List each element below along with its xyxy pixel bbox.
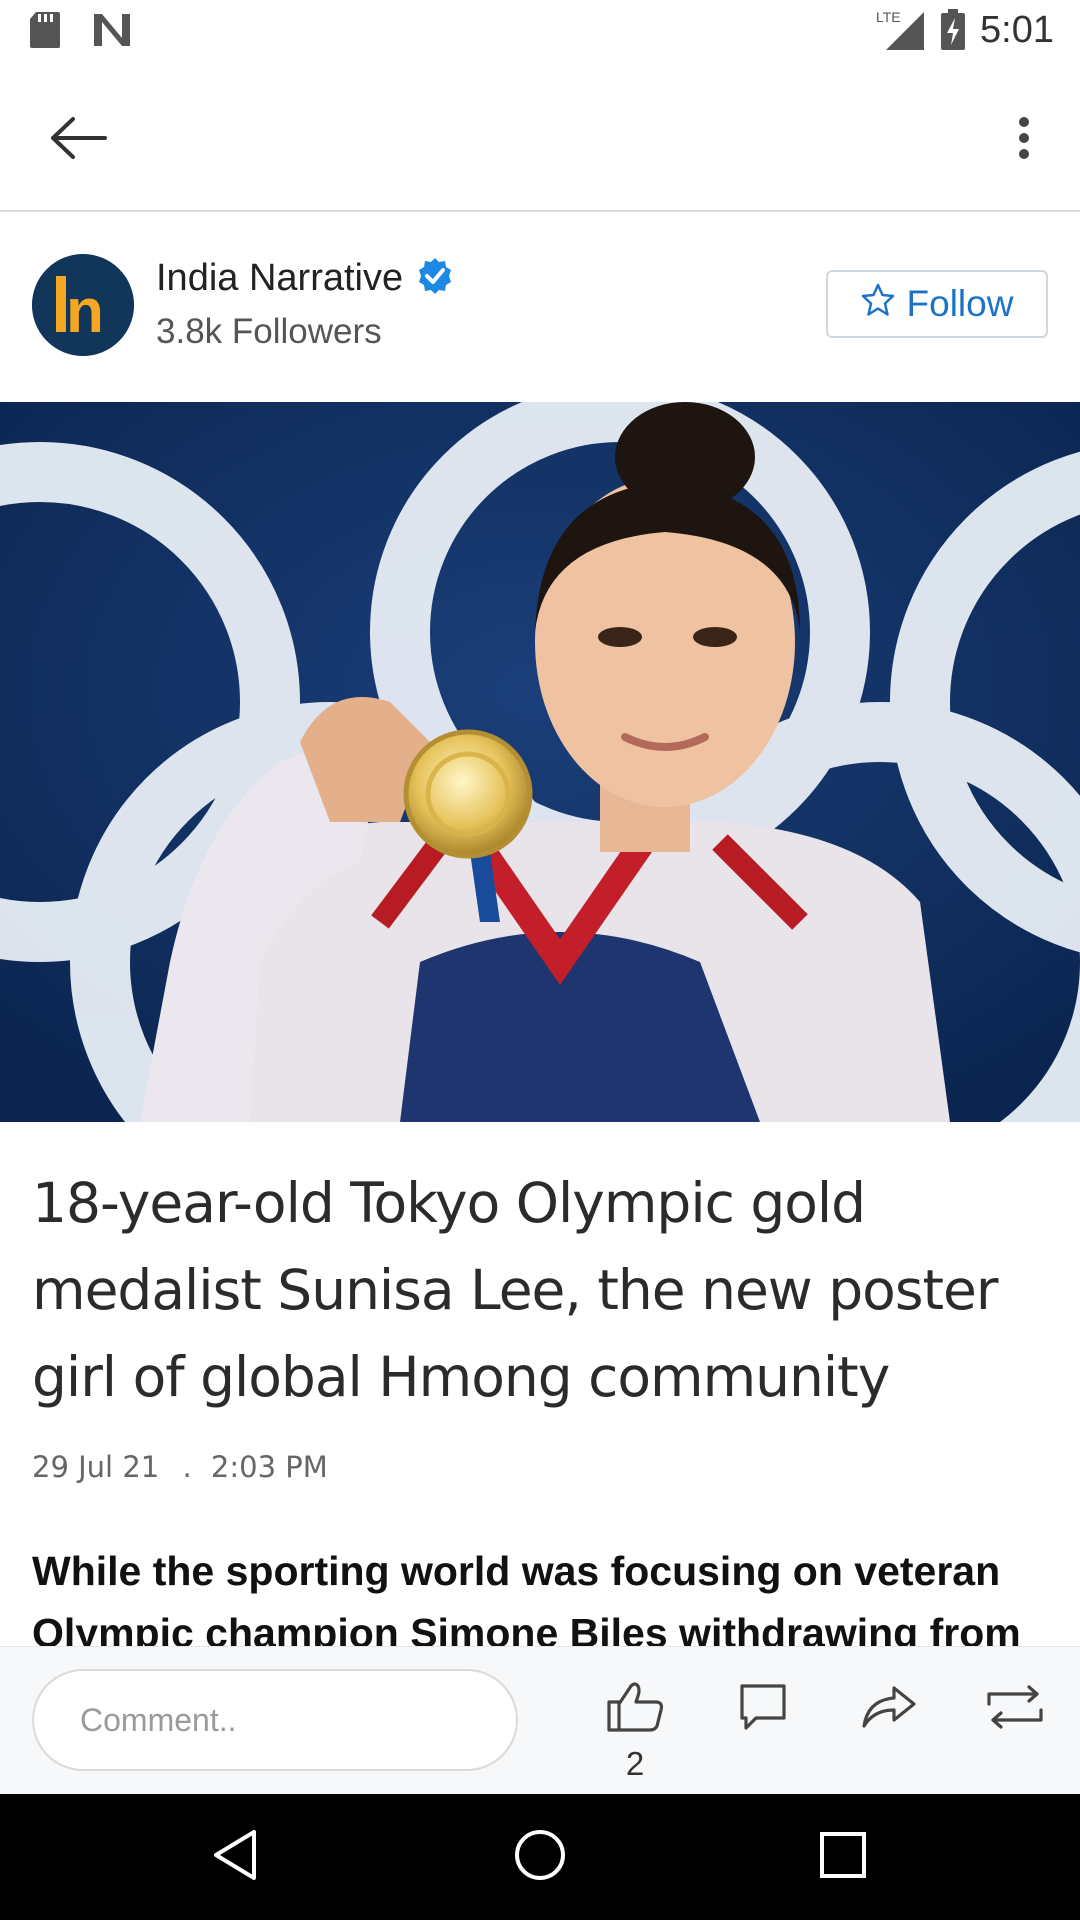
nav-home-button[interactable] [505, 1822, 575, 1892]
publisher-name[interactable]: India Narrative [156, 257, 403, 300]
follow-label: Follow [906, 283, 1014, 324]
sd-card-icon [28, 10, 62, 50]
comment-input[interactable] [32, 1669, 518, 1771]
article-date: 29 Jul 21 [32, 1450, 160, 1484]
nav-back-icon [210, 1828, 260, 1887]
back-button[interactable] [46, 108, 110, 172]
logo-letter: n [66, 277, 104, 346]
status-bar: LTE 5:01 [0, 0, 1080, 64]
nav-back-button[interactable] [200, 1822, 270, 1892]
share-button[interactable] [854, 1679, 924, 1739]
article-time: 2:03 PM [210, 1450, 328, 1484]
article-action-bar: 2 [0, 1646, 1080, 1795]
verified-badge-icon [415, 256, 455, 301]
thumbs-up-icon [605, 1681, 665, 1737]
nav-home-icon [513, 1828, 567, 1887]
arrow-left-icon [49, 116, 107, 165]
article-meta: 29 Jul 21 . 2:03 PM [32, 1450, 328, 1484]
like-count: 2 [625, 1745, 645, 1782]
follow-button[interactable]: Follow [826, 270, 1048, 338]
comment-icon [738, 1682, 788, 1737]
like-button[interactable] [600, 1679, 670, 1739]
app-bar [0, 64, 1080, 212]
more-options-button[interactable] [992, 108, 1056, 172]
n-notification-icon [92, 12, 132, 48]
share-icon [860, 1684, 918, 1735]
repost-icon [983, 1684, 1047, 1735]
signal-icon: LTE [876, 8, 926, 52]
system-nav-bar [0, 1794, 1080, 1920]
article-hero-image[interactable] [0, 402, 1080, 1122]
publisher-header: n India Narrative 3.8k Followers Follow [0, 212, 1080, 402]
nav-recents-icon [819, 1831, 867, 1884]
meta-separator: . [182, 1450, 192, 1484]
network-type-label: LTE [876, 9, 901, 25]
battery-charging-icon [940, 9, 966, 51]
status-time: 5:01 [980, 8, 1054, 51]
publisher-logo[interactable]: n [32, 254, 134, 356]
comment-button[interactable] [728, 1679, 798, 1739]
repost-button[interactable] [980, 1679, 1050, 1739]
star-outline-icon [861, 283, 895, 326]
nav-recents-button[interactable] [808, 1822, 878, 1892]
more-vert-icon [1017, 116, 1031, 165]
article-headline: 18-year-old Tokyo Olympic gold medalist … [32, 1171, 999, 1409]
publisher-followers: 3.8k Followers [156, 312, 382, 351]
article-body: While the sporting world was focusing on… [32, 1548, 1021, 1646]
